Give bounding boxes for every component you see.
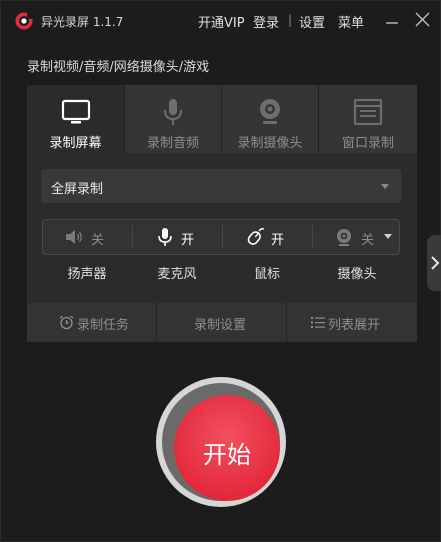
monitor-icon <box>61 99 90 124</box>
microphone-label: 麦克风 <box>157 267 197 282</box>
chevron-down-icon <box>381 184 389 189</box>
record-task-label: 录制任务 <box>77 318 130 333</box>
record-settings-button[interactable]: 录制设置 <box>157 303 286 342</box>
start-record-button[interactable]: 开始 <box>156 377 286 507</box>
app-logo-icon <box>15 12 33 30</box>
microphone-state: 开 <box>181 233 195 248</box>
app-window: 异光录屏 1.1.7 开通VIP 登录 | 设置 菜单 录制视频/音频/网络摄像… <box>0 0 441 542</box>
microphone-icon <box>164 99 182 125</box>
webcam-toggle[interactable]: 关 <box>313 220 399 254</box>
title-bar[interactable]: 异光录屏 1.1.7 开通VIP 登录 | 设置 菜单 <box>1 1 440 41</box>
speaker-toggle[interactable]: 关 <box>43 220 132 254</box>
bottom-action-bar: 录制任务 录制设置 列表展开 <box>27 303 417 342</box>
menu-link[interactable]: 菜单 <box>338 12 364 31</box>
device-toggle-bar: 关 开 开 关 <box>42 219 400 255</box>
mouse-toggle[interactable]: 开 <box>223 220 312 254</box>
tab-record-window[interactable]: 窗口录制 <box>319 85 417 153</box>
list-icon <box>311 317 325 328</box>
list-expand-label: 列表展开 <box>328 318 381 333</box>
speaker-icon <box>66 230 82 244</box>
title-separator: | <box>288 13 293 27</box>
tab-label: 录制摄像头 <box>237 136 303 151</box>
side-panel-toggle[interactable] <box>427 235 441 291</box>
minimize-icon[interactable] <box>381 9 403 31</box>
tab-record-audio[interactable]: 录制音频 <box>125 85 221 153</box>
vip-link[interactable]: 开通VIP <box>198 12 245 31</box>
chevron-right-icon <box>431 256 440 270</box>
record-mode-select[interactable]: 全屏录制 <box>41 169 401 203</box>
start-button-face: 开始 <box>174 395 280 501</box>
close-icon[interactable] <box>412 9 434 31</box>
window-icon <box>353 98 383 126</box>
start-label: 开始 <box>203 441 251 469</box>
start-button-ring: 开始 <box>162 383 280 501</box>
tab-record-screen[interactable]: 录制屏幕 <box>27 85 124 153</box>
list-expand-button[interactable]: 列表展开 <box>287 303 417 342</box>
webcam-icon <box>260 99 280 124</box>
record-panel: 录制屏幕 录制音频 录制摄像头 窗口录制 全屏录制 关 开 开 关 扬声器 麦克… <box>27 85 417 342</box>
mouse-label: 鼠标 <box>253 267 280 282</box>
speaker-state: 关 <box>91 233 105 248</box>
tab-label: 窗口录制 <box>341 136 394 151</box>
microphone-toggle[interactable]: 开 <box>133 220 222 254</box>
chevron-down-icon[interactable] <box>384 234 392 240</box>
app-title: 异光录屏 1.1.7 <box>41 15 124 29</box>
record-mode-value: 全屏录制 <box>51 182 104 197</box>
tab-label: 录制音频 <box>146 136 199 151</box>
login-link[interactable]: 登录 <box>253 12 279 31</box>
mouse-state: 开 <box>271 233 285 248</box>
record-settings-label: 录制设置 <box>194 318 247 333</box>
webcam-icon <box>337 229 351 246</box>
tab-record-webcam[interactable]: 录制摄像头 <box>222 85 318 153</box>
microphone-icon <box>158 228 172 246</box>
tab-label: 录制屏幕 <box>49 136 102 151</box>
mouse-icon <box>247 228 265 245</box>
settings-link[interactable]: 设置 <box>299 12 325 31</box>
webcam-label: 摄像头 <box>337 267 377 282</box>
record-task-button[interactable]: 录制任务 <box>27 303 156 342</box>
speaker-label: 扬声器 <box>67 267 107 282</box>
webcam-state: 关 <box>361 233 375 248</box>
subtitle: 录制视频/音频/网络摄像头/游戏 <box>27 60 210 75</box>
alarm-clock-icon <box>59 315 74 330</box>
